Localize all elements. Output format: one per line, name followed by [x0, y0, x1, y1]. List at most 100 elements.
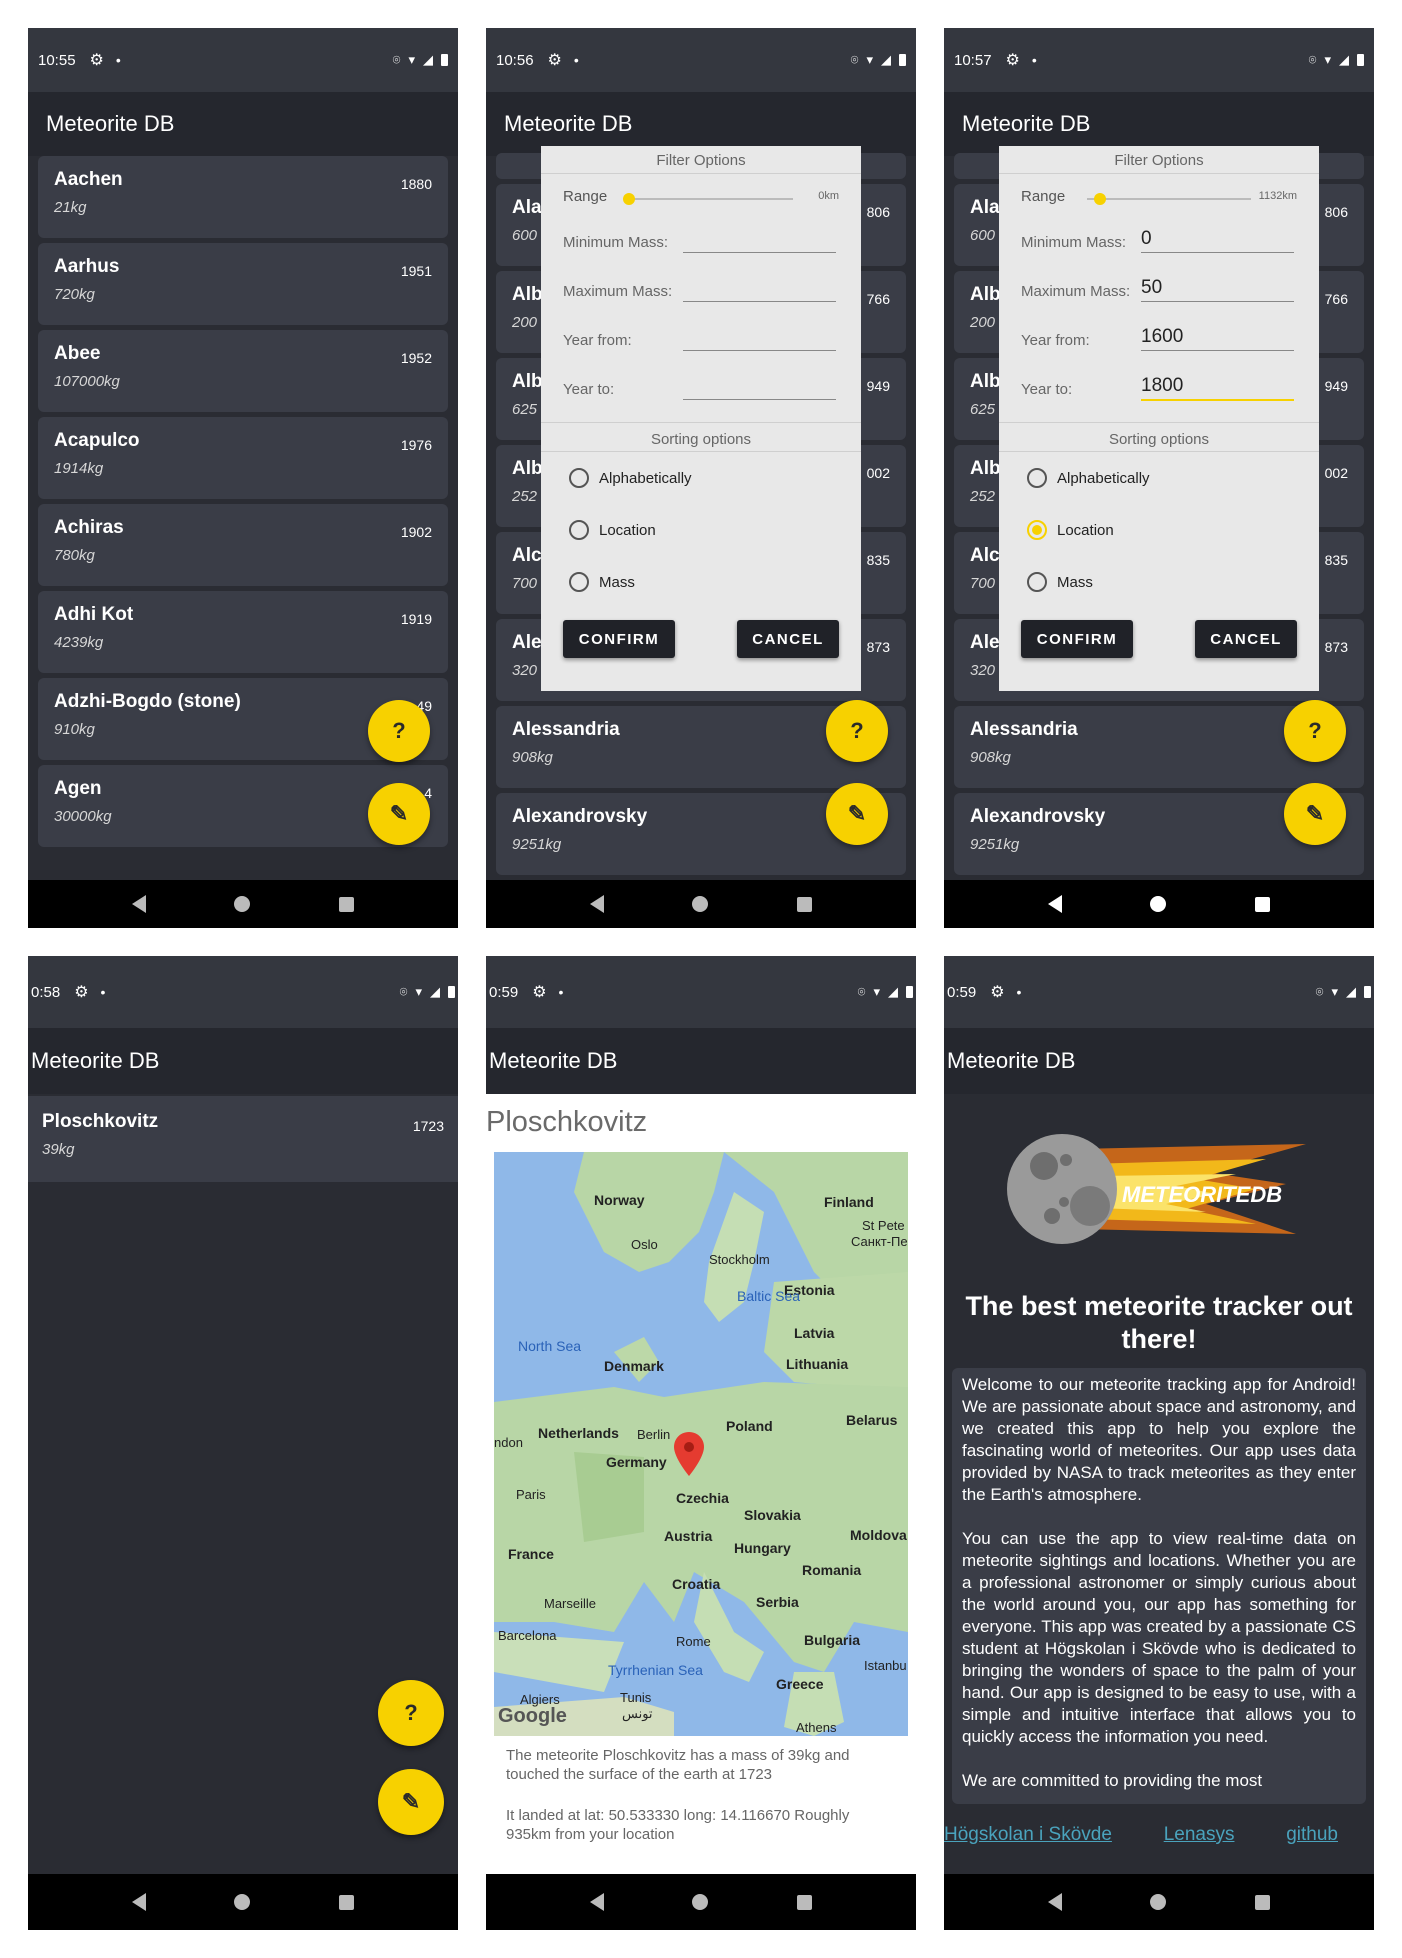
status-time: 10:57: [954, 51, 992, 69]
year-from-field[interactable]: [683, 350, 836, 351]
radio-icon[interactable]: [1027, 572, 1047, 592]
radio-icon[interactable]: [1027, 468, 1047, 488]
recents-icon[interactable]: [1254, 896, 1270, 912]
location-icon: ⌾: [392, 52, 401, 67]
map-label-austria: Austria: [664, 1528, 713, 1544]
confirm-button[interactable]: CONFIRM: [1021, 620, 1133, 658]
recents-icon[interactable]: [338, 1894, 354, 1910]
app-bar-title: Meteorite DB: [486, 1028, 916, 1094]
list-item[interactable]: Acapulco 1914kg 1976: [38, 417, 448, 499]
home-icon[interactable]: [692, 896, 709, 912]
year-from-row: Year from: 1600: [999, 314, 1319, 363]
range-slider[interactable]: [1087, 193, 1251, 205]
home-icon[interactable]: [234, 1894, 251, 1910]
year-from-underline: [1141, 350, 1294, 351]
cancel-button[interactable]: CANCEL: [1195, 620, 1297, 658]
item-year: 766: [866, 291, 890, 307]
location-icon: ⌾: [850, 52, 859, 67]
battery-icon: [1357, 54, 1364, 66]
min-mass-field[interactable]: 0: [1141, 228, 1152, 250]
list-item[interactable]: Achiras 780kg 1902: [38, 504, 448, 586]
edit-fab[interactable]: ✎: [378, 1769, 444, 1835]
back-icon[interactable]: [590, 895, 605, 913]
radio-icon[interactable]: [569, 572, 589, 592]
min-mass-field[interactable]: [683, 252, 836, 253]
range-slider-thumb[interactable]: [623, 193, 635, 205]
confirm-button[interactable]: CONFIRM: [563, 620, 675, 658]
home-icon[interactable]: [1150, 1894, 1167, 1910]
recents-icon[interactable]: [338, 896, 354, 912]
list-item[interactable]: Aachen 21kg 1880: [38, 156, 448, 238]
year-from-label: Year from:: [1021, 332, 1090, 349]
year-to-field[interactable]: [683, 399, 836, 400]
app-bar-title: Meteorite DB: [28, 1028, 458, 1094]
list-item[interactable]: Ploschkovitz 39kg 1723: [28, 1096, 458, 1182]
home-icon[interactable]: [692, 1894, 709, 1910]
year-from-row: Year from:: [541, 314, 861, 363]
help-fab[interactable]: ?: [368, 700, 430, 762]
recents-icon[interactable]: [796, 896, 812, 912]
range-slider-thumb[interactable]: [1094, 193, 1107, 205]
link-lenasys[interactable]: Lenasys: [1164, 1824, 1235, 1846]
gear-icon: ⚙: [532, 984, 547, 1001]
recents-icon[interactable]: [796, 1894, 812, 1910]
gear-icon: ⚙: [74, 984, 89, 1001]
map-label-oslo: Oslo: [631, 1237, 658, 1252]
map-label-tunis-ar: تونس: [622, 1706, 653, 1721]
back-icon[interactable]: [132, 895, 147, 913]
status-time: 0:58: [31, 983, 61, 1001]
map-pin-icon[interactable]: [674, 1432, 704, 1476]
back-icon[interactable]: [132, 1893, 147, 1911]
range-slider[interactable]: [623, 193, 793, 205]
signal-icon: ◢: [888, 984, 898, 999]
recents-icon[interactable]: [1254, 1894, 1270, 1910]
edit-fab[interactable]: ✎: [368, 783, 430, 845]
signal-icon: ◢: [881, 52, 891, 67]
about-description: Welcome to our meteorite tracking app fo…: [952, 1368, 1366, 1804]
year-to-field[interactable]: 1800: [1141, 375, 1183, 397]
sort-alphabetically[interactable]: Alphabetically: [999, 452, 1319, 504]
sort-location[interactable]: Location: [541, 504, 861, 556]
sort-location[interactable]: Location: [999, 504, 1319, 556]
radio-selected-icon[interactable]: [1027, 520, 1047, 540]
sort-mass[interactable]: Mass: [999, 556, 1319, 608]
link-github[interactable]: github: [1286, 1824, 1338, 1846]
radio-icon[interactable]: [569, 520, 589, 540]
edit-fab[interactable]: ✎: [826, 783, 888, 845]
map-view[interactable]: Norway Finland Oslo Stockholm St Pete Са…: [494, 1152, 908, 1736]
year-to-row: Year to: 1800: [999, 363, 1319, 412]
meteorite-list[interactable]: Aachen 21kg 1880 Aarhus 720kg 1951 Abee 10700…: [38, 156, 448, 880]
gear-icon: ⚙: [89, 52, 104, 69]
screen-filter-empty: 10:56 ⚙ • ⌾ ▾ ◢ Meteorite DB Ala 600 806 Alb…: [486, 28, 916, 928]
radio-icon[interactable]: [569, 468, 589, 488]
edit-fab[interactable]: ✎: [1284, 783, 1346, 845]
year-to-label: Year to:: [563, 381, 615, 398]
year-to-row: Year to:: [541, 363, 861, 412]
home-icon[interactable]: [234, 896, 251, 912]
home-icon[interactable]: [1150, 896, 1167, 912]
max-mass-field[interactable]: 50: [1141, 277, 1162, 299]
min-mass-label: Minimum Mass:: [1021, 234, 1127, 251]
sort-mass[interactable]: Mass: [541, 556, 861, 608]
list-item[interactable]: Aarhus 720kg 1951: [38, 243, 448, 325]
status-time: 10:55: [38, 51, 76, 69]
list-item[interactable]: Adhi Kot 4239kg 1919: [38, 591, 448, 673]
sort-alphabetically[interactable]: Alphabetically: [541, 452, 861, 504]
nav-bar: [28, 1874, 458, 1930]
cancel-button[interactable]: CANCEL: [737, 620, 839, 658]
back-icon[interactable]: [1048, 895, 1063, 913]
help-fab[interactable]: ?: [378, 1680, 444, 1746]
max-mass-field[interactable]: [683, 301, 836, 302]
map-label-serbia: Serbia: [756, 1594, 799, 1610]
list-item[interactable]: Abee 107000kg 1952: [38, 330, 448, 412]
year-from-field[interactable]: 1600: [1141, 326, 1183, 348]
map-label-lithuania: Lithuania: [786, 1356, 849, 1372]
item-mass: 107000kg: [54, 373, 120, 390]
back-icon[interactable]: [1048, 1893, 1063, 1911]
link-hogskolan[interactable]: Högskolan i Skövde: [944, 1824, 1112, 1846]
help-fab[interactable]: ?: [826, 700, 888, 762]
help-fab[interactable]: ?: [1284, 700, 1346, 762]
back-icon[interactable]: [590, 1893, 605, 1911]
wifi-icon: ▾: [415, 984, 422, 999]
meteorite-list[interactable]: Ploschkovitz 39kg 1723: [28, 1096, 458, 1882]
